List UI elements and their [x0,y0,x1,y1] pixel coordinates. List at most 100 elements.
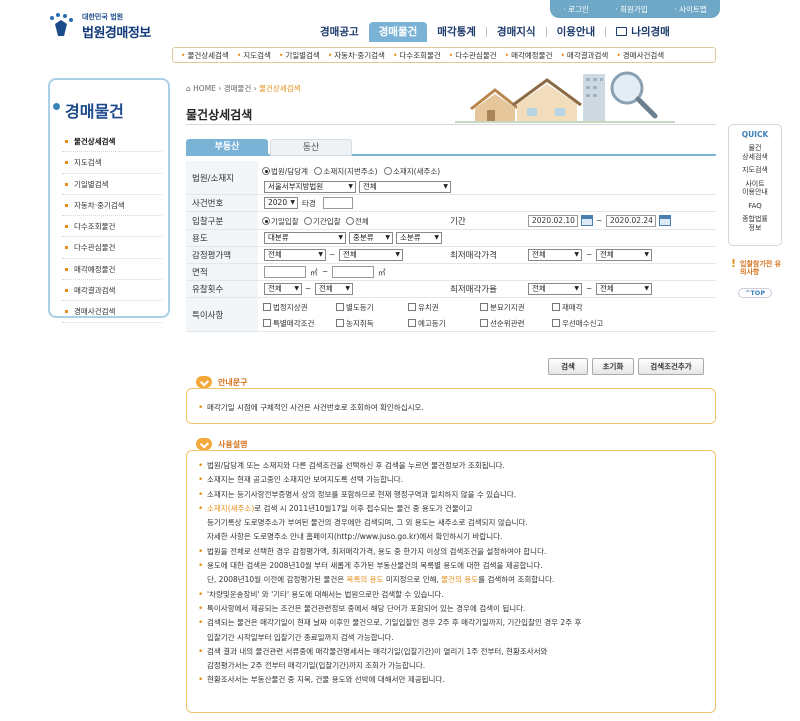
special-check[interactable]: 농지취득 [336,318,374,329]
calendar-icon[interactable] [581,215,593,226]
use-minor-select[interactable]: 소분류 [396,232,442,244]
court-select[interactable]: 서울서부지방법원 [264,181,356,193]
lnb-item-map-search[interactable]: 지도검색 [233,50,275,61]
checkbox[interactable] [408,319,416,327]
top-button[interactable]: ^TOP [738,288,772,298]
minprice-from-select[interactable]: 전체 [528,249,582,261]
lnb-item-most-watched[interactable]: 다수관심물건 [445,50,501,61]
rate-from-select[interactable]: 전체 [528,283,582,295]
checkbox[interactable] [263,303,271,311]
join-link[interactable]: · 회원가입 [615,4,647,15]
lnb-item-sale-results[interactable]: 매각결과검색 [556,50,612,61]
case-year-select[interactable]: 2020 [264,197,298,209]
date-to-input[interactable]: 2020.02.24 [606,215,656,227]
special-check[interactable]: 재매각 [552,302,583,313]
left-menu-item[interactable]: 다수관심물건 [62,237,162,259]
add-condition-button[interactable]: 검색조건추가 [638,358,704,375]
quick-title: QUICK [741,130,769,139]
left-menu-item[interactable]: 기일별검색 [62,174,162,195]
dept-select[interactable]: 전체 [359,181,451,193]
left-menu-item[interactable]: 자동차·중기검색 [62,195,162,217]
lnb-item-date-search[interactable]: 기일별검색 [275,50,324,61]
radio-period-bid[interactable] [304,217,312,225]
search-button[interactable]: 검색 [548,358,588,375]
lnb-item-upcoming-sale[interactable]: 매각예정물건 [501,50,557,61]
minprice-to-select[interactable]: 전체 [596,249,652,261]
lnb-item-most-viewed[interactable]: 다수조회물건 [389,50,445,61]
radio-date-bid[interactable] [262,217,270,225]
checkbox[interactable] [552,303,560,311]
special-check[interactable]: 예고등기 [408,318,446,329]
usage-line: 검색되는 물건은 매각기일이 현재 날짜 이후인 물건으로, 기일입찰인 경우 … [197,616,581,631]
special-check[interactable]: 우선매수신고 [552,318,603,329]
checkbox[interactable] [336,319,344,327]
lnb-item-case-search[interactable]: 경매사건검색 [612,50,668,61]
logo[interactable]: 대한민국 법원 법원경매정보 [46,10,166,41]
usage-line: 소재지는 현재 공고중인 소재지만 보여지도록 선택 가능합니다. [197,473,581,488]
quick-detail-search[interactable]: 물건 상세검색 [729,144,781,161]
checkbox[interactable] [552,319,560,327]
radio-lot-address[interactable] [314,167,323,175]
radio-all-bid[interactable] [346,217,354,225]
gnb-my-auction[interactable]: 나의경매 [606,22,680,42]
special-check[interactable]: 특별매각조건 [263,318,314,329]
radio-road-address-label: 소재지(새주소) [392,167,441,176]
gnb-usage-guide[interactable]: 이용안내 [547,22,606,42]
breadcrumb: ⌂ HOME › 경매물건 › 물건상세검색 [186,83,301,94]
checkbox[interactable] [480,319,488,327]
special-check[interactable]: 선순위관련 [480,318,525,329]
home-icon[interactable]: ⌂ [186,84,191,93]
case-number-input[interactable] [323,197,353,209]
appraise-to-select[interactable]: 전체 [339,249,403,261]
quick-law-info[interactable]: 종합법률 정보 [729,215,781,232]
fail-from-select[interactable]: 전체 [264,283,302,295]
area-to-input[interactable] [332,266,374,278]
left-menu-item[interactable]: 물건상세검색 [62,131,162,153]
special-check[interactable]: 법정지상권 [263,302,308,313]
gnb-auction-items[interactable]: 경매물건 [368,22,428,42]
gnb-auction-knowledge[interactable]: 경매지식 [487,22,546,42]
use-middle-select[interactable]: 중분류 [349,232,393,244]
sitemap-link[interactable]: · 사이트맵 [674,4,706,15]
quick-faq[interactable]: FAQ [729,202,781,211]
special-check[interactable]: 유치권 [408,302,439,313]
usage-title: 사용설명 [196,438,252,450]
radio-court[interactable] [262,167,270,175]
special-check[interactable]: 분묘기지권 [480,302,525,313]
special-check-label: 유치권 [418,303,439,312]
tab-real-estate[interactable]: 부동산 [186,139,268,156]
quick-map-search[interactable]: 지도검색 [729,166,781,175]
checkbox[interactable] [263,319,271,327]
checkbox[interactable] [336,303,344,311]
left-menu-item[interactable]: 지도검색 [62,152,162,174]
left-menu-item[interactable]: 매각예정물건 [62,259,162,281]
fail-to-select[interactable]: 전체 [315,283,353,295]
usage-line: 단, 2008년10월 이전에 감정평가된 물건은 목록의 용도 미지정으로 인… [207,575,555,585]
tab-movable-property[interactable]: 동산 [270,139,352,156]
login-link[interactable]: · 로그인 [563,4,588,15]
checkbox[interactable] [480,303,488,311]
lnb-item-detail-search[interactable]: 물건상세검색 [177,50,233,61]
date-from-input[interactable]: 2020.02.10 [528,215,578,227]
row-court: 법원/소재지 법원/담당계 소재지(지번주소) 소재지(새주소) 서울서부지방법… [186,161,716,195]
left-menu-item[interactable]: 매각결과검색 [62,280,162,302]
lnb-item-vehicle-search[interactable]: 자동차·중기검색 [324,50,389,61]
reset-button[interactable]: 초기화 [592,358,634,375]
rate-to-select[interactable]: 전체 [596,283,652,295]
special-check[interactable]: 별도등기 [336,302,374,313]
breadcrumb-level1[interactable]: 경매물건 [224,84,252,93]
quick-site-guide[interactable]: 사이트 이용안내 [729,180,781,197]
checkbox[interactable] [408,303,416,311]
appraise-from-select[interactable]: 전체 [264,249,326,261]
left-menu-item[interactable]: 다수조회물건 [62,216,162,238]
gnb-sale-stats[interactable]: 매각통계 [427,22,486,42]
area-from-input[interactable] [264,266,306,278]
left-menu-item[interactable]: 경매사건검색 [62,301,162,323]
use-major-select[interactable]: 대분류 [264,232,346,244]
bid-caution-link[interactable]: 입찰참가전 유의사항 [730,260,784,276]
radio-road-address[interactable] [383,167,392,175]
breadcrumb-home[interactable]: HOME [193,84,216,93]
calendar-icon[interactable] [659,215,671,226]
gnb-auction-notice[interactable]: 경매공고 [310,22,369,42]
usage-line: 감정평가서는 2주 전부터 매각기일(입찰기간)까지 조회가 가능합니다. [207,661,426,671]
